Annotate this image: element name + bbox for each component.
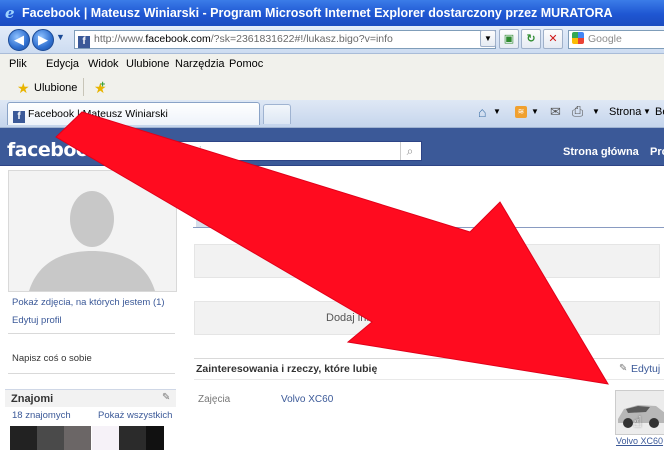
default-avatar-icon (9, 171, 176, 291)
nav-home-link[interactable]: Strona główna (563, 146, 639, 158)
basic-info-label: dstawowe informacje (395, 255, 498, 267)
history-dropdown-icon[interactable]: ▼ (56, 32, 65, 42)
mail-icon[interactable]: ✉ (550, 104, 561, 120)
forward-button[interactable]: ▶ (32, 29, 54, 51)
url-field[interactable]: f http://www.facebook.com/?sk=2361831622#… (74, 30, 496, 49)
tab-title: Facebook | Mateusz Winiarski (28, 108, 168, 120)
favorites-divider (83, 78, 84, 96)
menu-item-edycja[interactable]: Edycja (46, 58, 79, 70)
address-toolbar: ◀ ▶ ▼ f http://www.facebook.com/?sk=23618… (0, 26, 664, 54)
sidebar-divider (8, 333, 175, 334)
tab-wall[interactable]: Tab (196, 208, 230, 227)
url-rest: /?sk=2361831622#!/lukasz.bigo?v=info (210, 33, 393, 45)
menu-item-widok[interactable]: Widok (88, 58, 119, 70)
safety-menu[interactable]: Be (655, 106, 664, 118)
home-dropdown-icon[interactable]: ▼ (493, 107, 501, 116)
work-info-label-left: Dodaj informacje (326, 312, 409, 324)
facebook-logo[interactable]: facebook (7, 139, 101, 161)
feeds-dropdown-icon[interactable]: ▼ (531, 107, 539, 116)
new-tab-button[interactable] (263, 104, 291, 124)
window-titlebar: e Facebook | Mateusz Winiarski - Program… (0, 0, 664, 26)
interests-title: Zainteresowania i rzeczy, które lubię (196, 363, 378, 375)
refresh-icon[interactable]: ↻ (521, 29, 541, 49)
show-all-friends-link[interactable]: Pokaż wszystkich (98, 410, 172, 421)
search-box[interactable]: Google (568, 30, 664, 49)
car-thumbnail[interactable]: ☝ (615, 390, 664, 435)
facebook-search-placeholder: Szukaj (170, 145, 202, 157)
avatar[interactable] (8, 170, 177, 292)
stop-icon[interactable]: ✕ (543, 29, 563, 49)
page-menu[interactable]: Strona (609, 106, 641, 118)
browser-tab-active[interactable]: f Facebook | Mateusz Winiarski (7, 102, 260, 125)
favorites-button[interactable]: Ulubione (34, 82, 77, 94)
url-prefix: http://www. (94, 33, 146, 45)
tab-info[interactable]: rmacje (262, 208, 338, 229)
friends-title[interactable]: Znajomi (11, 393, 53, 405)
add-favorite-plus-icon: + (100, 79, 106, 89)
friends-count[interactable]: 18 znajomych (12, 410, 71, 421)
menu-item-pomoc[interactable]: Pomoc (229, 58, 263, 70)
edit-profile-link[interactable]: Edytuj profil (12, 315, 62, 326)
menu-bar: Plik Edycja Widok Ulubione Narzędzia Pom… (0, 54, 664, 76)
print-dropdown-icon[interactable]: ▼ (592, 107, 600, 116)
hand-cursor-icon: ☝ (633, 414, 643, 431)
url-domain: facebook.com (145, 33, 211, 45)
menu-item-ulubione[interactable]: Ulubione (126, 58, 169, 70)
activity-link[interactable]: Volvo XC60 (281, 394, 333, 405)
friend-thumbnail[interactable] (92, 426, 119, 450)
feeds-icon[interactable]: ≋ (515, 106, 527, 118)
friend-thumbnail[interactable] (10, 426, 37, 450)
search-placeholder: Google (588, 33, 622, 45)
interests-divider (194, 358, 664, 359)
tab-photos[interactable]: Zdjęcia (337, 208, 391, 227)
activities-label: Zajęcia (198, 394, 231, 405)
friend-thumbnail[interactable] (119, 426, 146, 450)
write-about-me[interactable]: Napisz coś o sobie (12, 353, 92, 364)
interests-divider-2 (194, 379, 664, 380)
edit-interests-link[interactable]: Edytuj (631, 363, 660, 375)
home-icon[interactable]: ⌂ (478, 104, 486, 120)
friend-thumbnail[interactable] (64, 426, 91, 450)
work-info-label-right: i pracy (491, 312, 524, 324)
work-info-box[interactable]: Dodaj informacje i pracy (194, 301, 660, 335)
back-button[interactable]: ◀ (8, 29, 30, 51)
edit-pencil-icon[interactable]: ✎ (619, 363, 627, 374)
profile-name: ateusz Winiarski (209, 184, 319, 200)
basic-info-box[interactable]: dstawowe informacje (194, 244, 660, 278)
car-caption-link[interactable]: Volvo XC60 (616, 436, 663, 446)
friend-thumbnail[interactable] (146, 426, 164, 450)
window-title: Facebook | Mateusz Winiarski - Program M… (22, 6, 613, 20)
compatibility-icon[interactable]: ▣ (499, 29, 519, 49)
print-icon[interactable]: ⎙ (572, 103, 583, 120)
search-icon[interactable]: ⌕ (400, 142, 419, 160)
tab-favicon-icon: f (13, 111, 25, 123)
nav-profile-link[interactable]: Pro (650, 146, 664, 158)
menu-item-narzedzia[interactable]: Narzędzia (175, 58, 225, 70)
menu-item-plik[interactable]: Plik (9, 58, 27, 70)
favorites-star-icon: ★ (17, 80, 30, 96)
friends-header: Znajomi ✎ (5, 389, 176, 407)
photos-of-me-link[interactable]: Pokaż zdjęcia, na których jestem (1) (12, 297, 165, 308)
favorites-bar: ★ Ulubione ★ + (0, 75, 664, 101)
facebook-search-input[interactable]: Szukaj ⌕ (164, 141, 422, 161)
sidebar-divider-2 (8, 373, 175, 374)
page-dropdown-icon[interactable]: ▼ (643, 107, 651, 116)
pencil-icon[interactable]: ✎ (162, 392, 170, 403)
ie-logo-icon: e (5, 4, 15, 22)
favicon-icon: f (78, 36, 90, 48)
friend-thumbnail[interactable] (37, 426, 64, 450)
url-dropdown-icon[interactable]: ▼ (480, 30, 496, 47)
google-icon (572, 32, 584, 44)
